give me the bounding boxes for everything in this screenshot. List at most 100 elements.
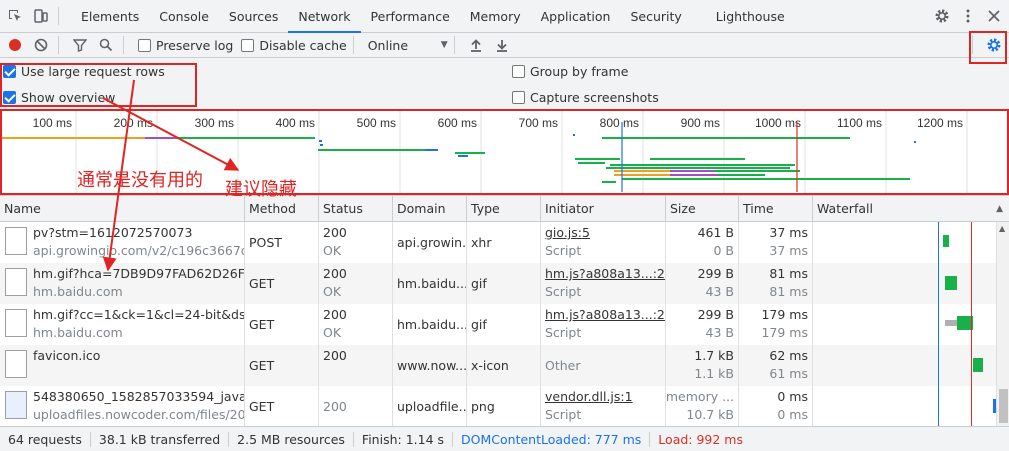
latency-value: 179 ms	[761, 325, 808, 340]
status-code: 200	[323, 307, 347, 322]
tab-lighthouse[interactable]: Lighthouse	[706, 0, 795, 33]
status-cell: 200 OK	[318, 263, 392, 304]
capture-screenshots-box[interactable]	[512, 91, 525, 104]
disable-cache-box[interactable]	[241, 38, 255, 52]
initiator-cell: Other	[540, 345, 665, 386]
initiator-link[interactable]: hm.js?a808a13...:23	[545, 307, 665, 322]
column-waterfall[interactable]: Waterfall ▲	[812, 196, 1009, 222]
time-cell: 62 ms 61 ms	[738, 345, 812, 386]
domain-value: hm.baidu....	[397, 276, 466, 291]
divider	[453, 36, 455, 54]
initiator-link[interactable]: gio.js:5	[545, 225, 590, 240]
disable-cache-checkbox[interactable]: Disable cache	[241, 38, 347, 53]
export-har-icon[interactable]	[491, 34, 513, 56]
size-cell: 1.7 kB 1.1 kB	[665, 345, 738, 386]
capture-screenshots-label: Capture screenshots	[530, 90, 659, 105]
capture-screenshots-checkbox[interactable]: Capture screenshots	[512, 90, 659, 105]
filter-icon[interactable]	[69, 34, 91, 56]
size-resource: 1.1 kB	[694, 366, 734, 381]
tab-performance[interactable]: Performance	[361, 0, 460, 33]
time-cell: 0 ms 0 ms	[738, 386, 812, 426]
request-name: hm.gif?hca=7DB9D97FAD62D26F&c...	[33, 266, 244, 281]
tab-network[interactable]: Network	[288, 0, 361, 33]
tab-application[interactable]: Application	[531, 0, 621, 33]
clear-icon[interactable]	[30, 34, 52, 56]
waterfall-cell	[812, 386, 996, 426]
tab-sources[interactable]: Sources	[219, 0, 288, 33]
tab-memory[interactable]: Memory	[460, 0, 531, 33]
request-name: 548380650_1582857033594_java%E5...	[33, 389, 244, 404]
waterfall-queue-bar	[945, 320, 957, 326]
column-initiator[interactable]: Initiator	[540, 196, 665, 222]
status-cell: 200 OK	[318, 222, 392, 263]
record-icon[interactable]	[4, 34, 26, 56]
time-cell: 179 ms 179 ms	[738, 304, 812, 345]
column-type[interactable]: Type	[466, 196, 540, 222]
waterfall-cell	[812, 263, 996, 304]
initiator-type: Script	[545, 243, 582, 258]
device-toolbar-icon[interactable]	[30, 5, 52, 27]
column-status[interactable]: Status	[318, 196, 392, 222]
type-cell: xhr	[466, 222, 540, 263]
name-cell: hm.gif?cc=1&ck=1&cl=24-bit&ds=1... hm.ba…	[0, 304, 244, 345]
preserve-log-box[interactable]	[138, 38, 151, 52]
method-value: GET	[249, 276, 275, 291]
type-value: x-icon	[471, 358, 509, 373]
domain-value: www.now...	[397, 358, 466, 373]
more-options-icon[interactable]	[957, 5, 979, 27]
group-by-frame-box[interactable]	[512, 65, 525, 78]
status-cell: 200 OK	[318, 304, 392, 345]
tab-elements[interactable]: Elements	[71, 0, 149, 33]
close-icon[interactable]	[983, 5, 1005, 27]
throttling-select[interactable]: Online ▼	[368, 38, 448, 53]
status-code: 200	[323, 399, 347, 414]
search-icon[interactable]	[95, 34, 117, 56]
scroll-up-icon[interactable]: ▲	[999, 224, 1005, 233]
column-domain[interactable]: Domain	[392, 196, 466, 222]
gear-icon[interactable]	[931, 5, 953, 27]
size-cell: 299 B 43 B	[665, 263, 738, 304]
annotation-note-hide: 建议隐藏	[225, 179, 297, 200]
column-size[interactable]: Size	[665, 196, 738, 222]
status-cell: 200	[318, 386, 392, 426]
domain-cell: hm.baidu....	[392, 304, 466, 345]
inspect-element-icon[interactable]	[4, 5, 26, 27]
status-code: 200	[323, 225, 347, 240]
tab-security[interactable]: Security	[620, 0, 691, 33]
vertical-scrollbar[interactable]: ▲	[996, 222, 1009, 426]
import-har-icon[interactable]	[465, 34, 487, 56]
domain-value: hm.baidu....	[397, 317, 466, 332]
table-row[interactable]: 548380650_1582857033594_java%E5... uploa…	[0, 386, 996, 426]
latency-value: 37 ms	[769, 243, 808, 258]
request-name: favicon.ico	[33, 348, 101, 363]
method-value: GET	[249, 358, 275, 373]
file-icon	[5, 268, 27, 296]
column-name[interactable]: Name	[0, 196, 244, 222]
scrollbar-thumb[interactable]	[999, 389, 1008, 423]
size-value: 299 B	[697, 307, 734, 322]
method-cell: POST	[244, 222, 318, 263]
column-time[interactable]: Time	[738, 196, 812, 222]
resources-size: 2.5 MB resources	[229, 431, 354, 447]
initiator-link[interactable]: vendor.dll.js:1	[545, 389, 633, 404]
initiator-link[interactable]: hm.js?a808a13...:23	[545, 266, 665, 281]
table-row[interactable]: hm.gif?cc=1&ck=1&cl=24-bit&ds=1... hm.ba…	[0, 304, 996, 345]
time-cell: 81 ms 81 ms	[738, 263, 812, 304]
divider	[58, 7, 59, 25]
file-icon	[5, 227, 27, 255]
latency-value: 0 ms	[777, 407, 808, 422]
preserve-log-checkbox[interactable]: Preserve log	[138, 38, 233, 53]
file-icon	[5, 309, 27, 337]
group-by-frame-checkbox[interactable]: Group by frame	[512, 64, 628, 79]
tab-console[interactable]: Console	[149, 0, 219, 33]
status-text: OK	[323, 325, 342, 340]
table-row[interactable]: hm.gif?hca=7DB9D97FAD62D26F&c... hm.baid…	[0, 263, 996, 304]
table-row[interactable]: favicon.ico GET 200 www.now... x-icon Ot…	[0, 345, 996, 386]
request-name: pv?stm=1612072570073	[33, 225, 193, 240]
table-row[interactable]: pv?stm=1612072570073 api.growingio.com/v…	[0, 222, 996, 263]
dom-content-loaded-time: DOMContentLoaded: 777 ms	[453, 431, 651, 447]
initiator-type: Script	[545, 284, 582, 299]
name-cell: 548380650_1582857033594_java%E5... uploa…	[0, 386, 244, 426]
domain-cell: uploadfile...	[392, 386, 466, 426]
network-status-bar: 64 requests 38.1 kB transferred 2.5 MB r…	[0, 426, 1009, 451]
